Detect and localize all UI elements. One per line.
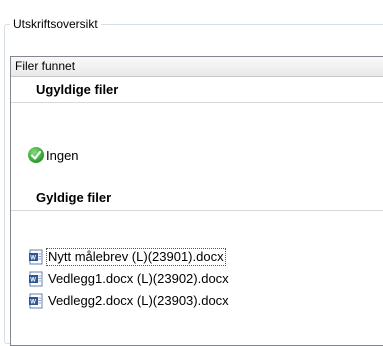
file-item[interactable]: W Vedlegg1.docx (L)(23902).docx <box>28 268 231 289</box>
file-item[interactable]: W Vedlegg2.docx (L)(23903).docx <box>28 290 231 311</box>
svg-text:W: W <box>30 277 36 283</box>
invalid-files-status: Ingen <box>28 145 79 165</box>
file-name: Vedlegg2.docx (L)(23903).docx <box>48 292 229 308</box>
file-name: Nytt målebrev (L)(23901).docx <box>46 247 226 266</box>
valid-files-heading: Gyldige filer <box>11 185 383 211</box>
file-name: Vedlegg1.docx (L)(23902).docx <box>48 270 229 286</box>
file-item[interactable]: W Nytt målebrev (L)(23901).docx <box>28 246 226 267</box>
check-circle-icon <box>28 147 44 163</box>
invalid-files-none-text: Ingen <box>46 147 79 163</box>
invalid-files-heading: Ugyldige filer <box>11 77 383 103</box>
svg-text:W: W <box>30 299 36 305</box>
word-document-icon: W <box>28 249 44 265</box>
panel-header: Filer funnet <box>11 57 383 77</box>
svg-text:W: W <box>30 255 36 261</box>
group-title: Utskriftsoversikt <box>10 16 101 32</box>
word-document-icon: W <box>28 271 44 287</box>
word-document-icon: W <box>28 293 44 309</box>
